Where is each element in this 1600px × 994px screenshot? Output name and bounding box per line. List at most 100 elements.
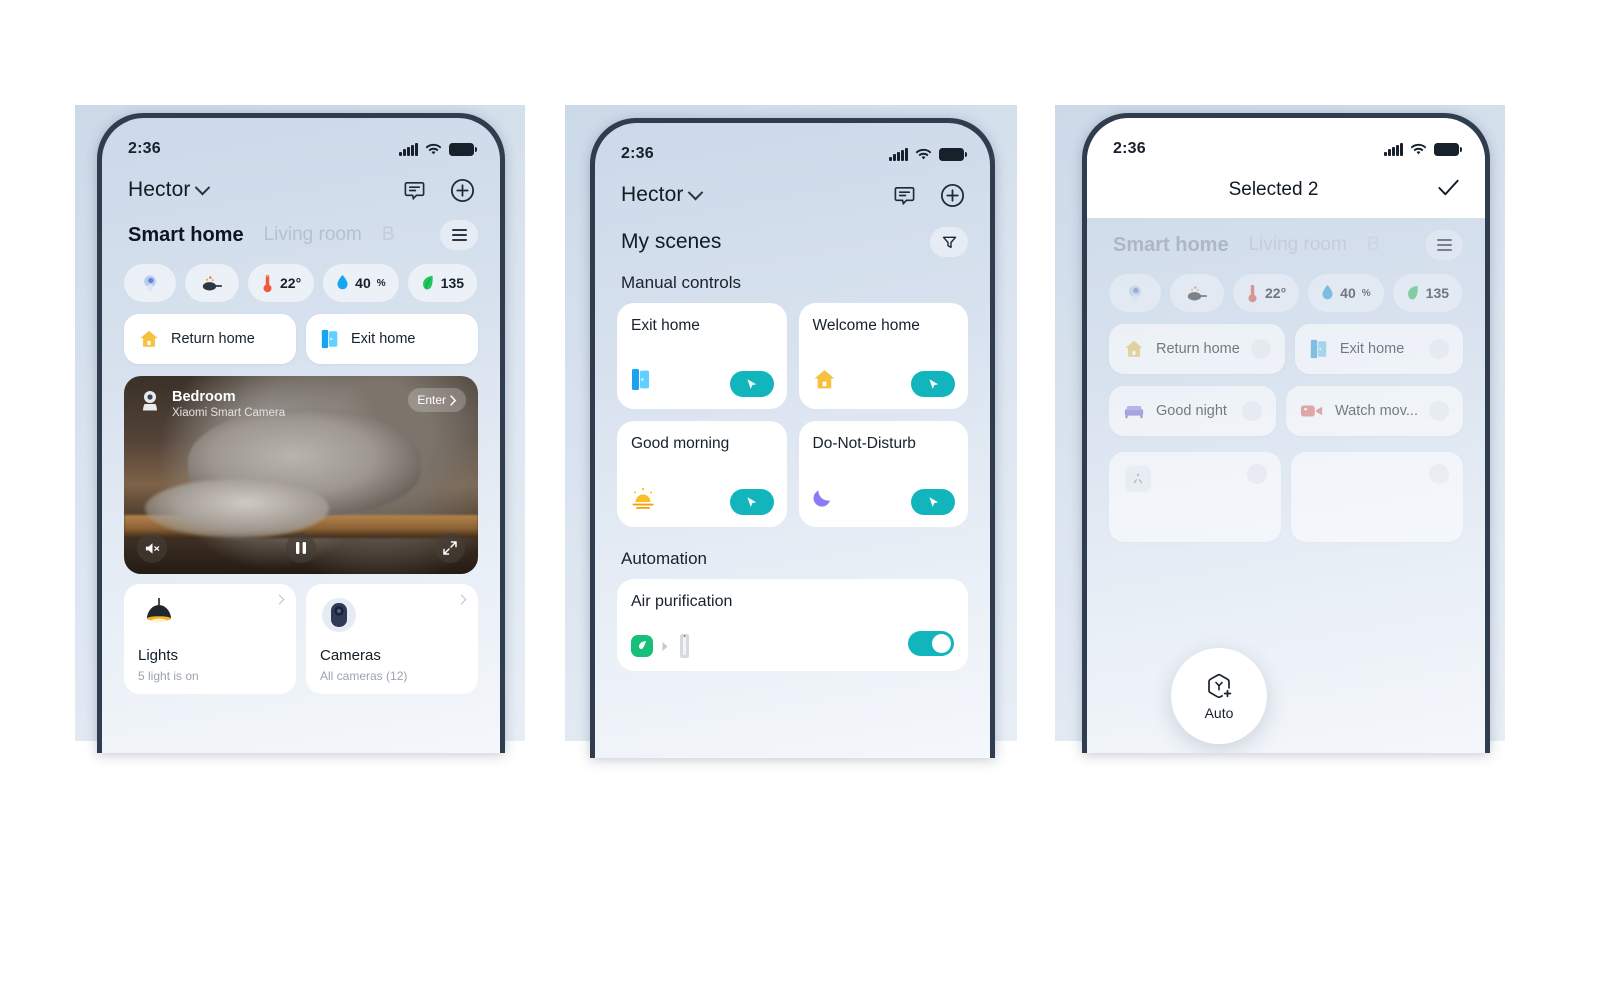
camera-subtitle: Xiaomi Smart Camera xyxy=(172,407,286,420)
chip-temperature[interactable]: 22° xyxy=(1233,274,1300,312)
scene-select-circle[interactable] xyxy=(1242,401,1262,421)
device-select-circle[interactable] xyxy=(1247,464,1267,484)
tab-living-room[interactable]: Living room xyxy=(1249,234,1347,256)
fullscreen-expand-icon[interactable] xyxy=(435,533,465,563)
page-title: My scenes xyxy=(621,230,722,253)
scene-run-button[interactable] xyxy=(911,489,955,515)
door-icon xyxy=(321,329,338,349)
chip-air-quality[interactable]: 135 xyxy=(407,264,478,302)
scene-select-circle[interactable] xyxy=(1429,401,1449,421)
house-icon xyxy=(140,330,158,347)
scene-button-good-night[interactable]: Good night xyxy=(1109,386,1276,436)
pendant-lamp-icon xyxy=(147,598,171,623)
device-group-tiles: Lights 5 light is on Cameras All cameras… xyxy=(102,574,500,694)
bed-icon xyxy=(1124,405,1144,419)
speaker-mute-icon[interactable] xyxy=(137,533,167,563)
tile-subtitle: All cameras (12) xyxy=(320,669,408,683)
automation-name: Air purification xyxy=(631,593,733,610)
tab-smart-home[interactable]: Smart home xyxy=(1113,234,1229,257)
battery-full-icon xyxy=(449,142,477,156)
automation-flow xyxy=(631,633,691,659)
chip-humidity-unit: % xyxy=(376,277,386,289)
scene-button-label: Return home xyxy=(171,331,255,347)
automation-toggle[interactable] xyxy=(908,631,954,656)
tile-cameras[interactable]: Cameras All cameras (12) xyxy=(306,584,478,694)
cursor-pointer-icon xyxy=(928,378,938,389)
wifi-icon xyxy=(1410,143,1427,156)
checkmark-icon[interactable] xyxy=(1436,175,1461,205)
status-clock: 2:36 xyxy=(621,145,654,162)
camera-preview-card[interactable]: Bedroom Xiaomi Smart Camera Enter xyxy=(124,376,478,574)
scene-run-button[interactable] xyxy=(911,371,955,397)
scene-card-good-morning[interactable]: Good morning xyxy=(617,421,787,527)
chip-humidity-value: 40 xyxy=(1340,285,1356,301)
room-tabs: Smart home Living room B xyxy=(102,204,500,250)
chip-humidity[interactable]: 40% xyxy=(1308,274,1384,312)
status-clock: 2:36 xyxy=(128,140,161,157)
scene-run-button[interactable] xyxy=(729,489,774,515)
chip-temperature[interactable]: 22° xyxy=(248,264,315,302)
scene-select-circle[interactable] xyxy=(1429,339,1449,359)
camera-title: Bedroom xyxy=(172,389,236,405)
status-clock: 2:36 xyxy=(1113,140,1146,157)
camera-enter-button[interactable]: Enter xyxy=(408,388,466,412)
home-selector[interactable]: Hector xyxy=(128,178,211,202)
hamburger-menu-icon[interactable] xyxy=(440,220,478,250)
door-icon xyxy=(630,367,652,397)
plus-circle-icon[interactable] xyxy=(938,181,966,209)
selectable-device-row-partial xyxy=(1087,440,1485,542)
status-bar: 2:36 xyxy=(102,118,500,162)
scene-button-watch-movie[interactable]: Watch mov... xyxy=(1286,386,1463,436)
chip-water-purifier[interactable] xyxy=(124,264,176,302)
chip-cooking[interactable] xyxy=(185,264,239,302)
tile-subtitle: 5 light is on xyxy=(138,669,199,683)
video-camera-icon xyxy=(1300,405,1323,417)
add-automation-fab[interactable]: Auto xyxy=(1171,648,1267,744)
tab-bedroom[interactable]: B xyxy=(382,224,395,246)
phone1-screen: 2:36 Hector Smart home Living room B 22°… xyxy=(102,118,500,753)
chevron-down-icon xyxy=(688,184,704,200)
tab-bedroom[interactable]: B xyxy=(1367,234,1380,256)
message-icon[interactable] xyxy=(400,176,428,204)
app-header: Hector xyxy=(102,162,500,204)
chip-air-quality[interactable]: 135 xyxy=(1392,274,1463,312)
scene-button-return-home[interactable]: Return home xyxy=(124,314,296,364)
device-select-circle[interactable] xyxy=(1429,464,1449,484)
scene-button-exit-home[interactable]: Exit home xyxy=(1294,324,1463,374)
plus-circle-icon[interactable] xyxy=(448,176,476,204)
scene-button-return-home[interactable]: Return home xyxy=(1109,324,1285,374)
filter-funnel-icon[interactable] xyxy=(930,227,968,257)
scene-select-circle[interactable] xyxy=(1250,339,1271,359)
tab-living-room[interactable]: Living room xyxy=(264,224,362,246)
sunrise-icon xyxy=(630,486,656,515)
chip-cooking[interactable] xyxy=(1170,274,1224,312)
automation-card-air-purification[interactable]: Air purification xyxy=(617,579,968,671)
device-card-partial-right[interactable] xyxy=(1291,452,1463,542)
cursor-pointer-icon xyxy=(747,378,757,389)
scene-button-exit-home[interactable]: Exit home xyxy=(306,314,478,364)
message-icon[interactable] xyxy=(890,181,918,209)
chip-humidity[interactable]: 40% xyxy=(323,264,399,302)
battery-full-icon xyxy=(939,147,967,161)
hamburger-menu-icon[interactable] xyxy=(1425,230,1463,260)
scene-card-do-not-disturb[interactable]: Do-Not-Disturb xyxy=(798,421,968,527)
chip-humidity-unit: % xyxy=(1361,287,1371,299)
device-card-partial-left[interactable] xyxy=(1109,452,1281,542)
selectable-scene-row-1: Return home Exit home xyxy=(1087,312,1485,374)
scene-card-welcome-home[interactable]: Welcome home xyxy=(798,303,968,409)
tab-smart-home[interactable]: Smart home xyxy=(128,224,244,247)
scene-run-button[interactable] xyxy=(729,371,774,397)
pause-icon[interactable] xyxy=(286,533,316,563)
status-bar: 2:36 xyxy=(595,123,990,167)
cellular-signal-icon xyxy=(889,147,908,161)
chip-water-purifier[interactable] xyxy=(1109,274,1161,312)
chip-air-quality-value: 135 xyxy=(1425,285,1450,301)
door-icon xyxy=(1310,339,1327,359)
home-selector[interactable]: Hector xyxy=(621,183,704,207)
chip-temperature-value: 22° xyxy=(1265,285,1287,301)
scene-card-exit-home[interactable]: Exit home xyxy=(617,303,787,409)
tile-lights[interactable]: Lights 5 light is on xyxy=(124,584,296,694)
scene-card-name: Welcome home xyxy=(812,317,920,334)
air-purifier-icon xyxy=(680,634,689,658)
tile-title: Cameras xyxy=(320,647,381,664)
